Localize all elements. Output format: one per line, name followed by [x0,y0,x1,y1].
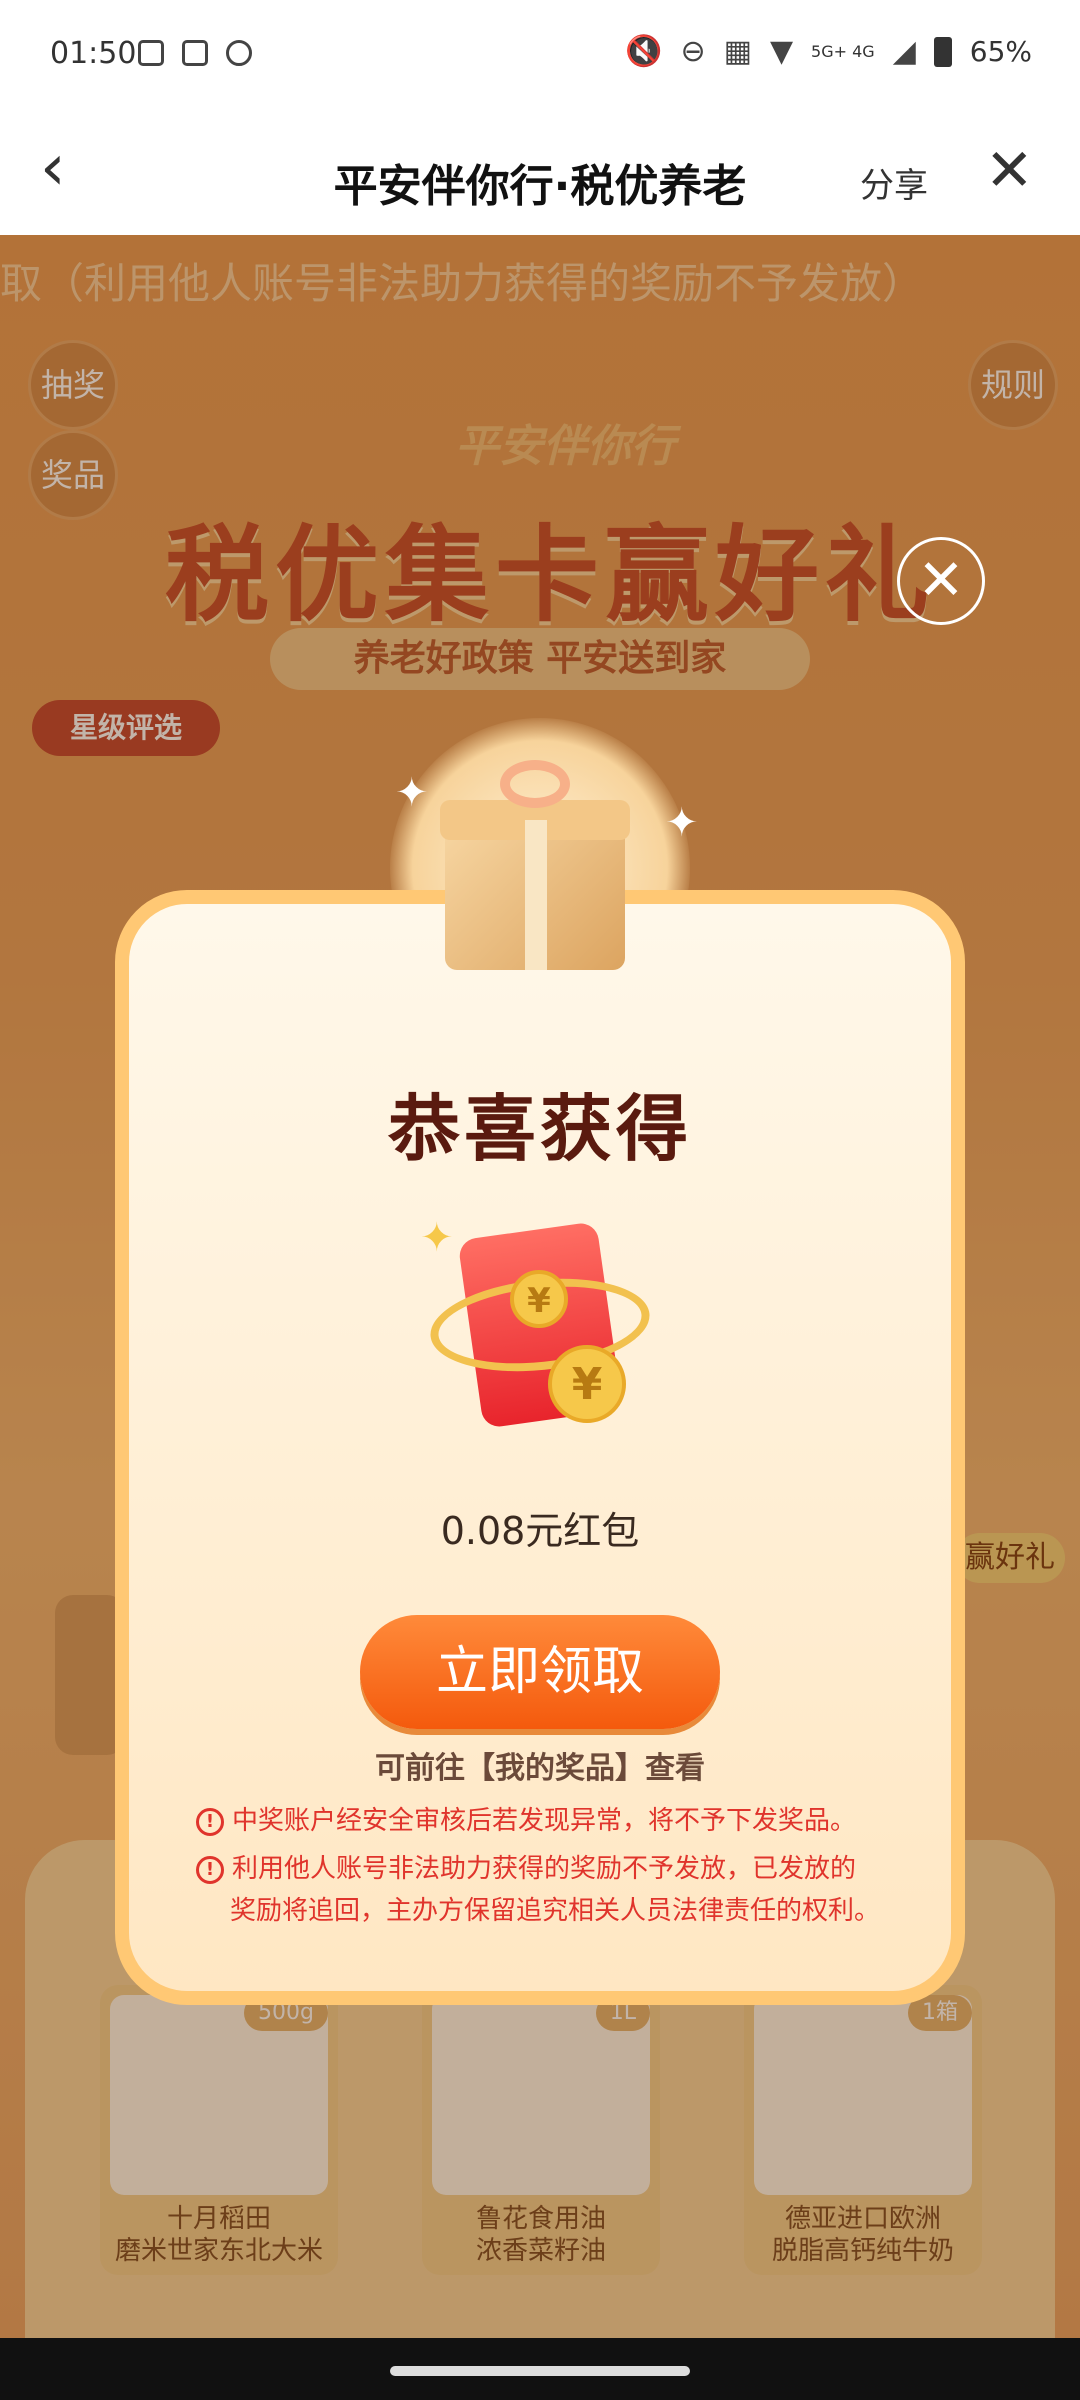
warning-icon: ! [196,1807,224,1836]
star-icon: ✦ [420,1215,454,1261]
app-icon [226,40,252,66]
claim-button[interactable]: 立即领取 [360,1615,720,1729]
battery-icon [933,36,952,67]
navigation-bar [0,2338,1080,2400]
network-label: 5G+ 4G [811,42,875,61]
dialog-title: 恭喜获得 [387,1087,692,1171]
coin-icon: ¥ [510,1270,568,1328]
warning-icon: ! [196,1855,224,1884]
warning-text: 奖励将追回，主办方保留追究相关人员法律责任的权利。 [230,1896,881,1926]
title-bar: ‹ 平安伴你行·税优养老 分享 ✕ [0,110,1080,235]
warning-text: 中奖账户经安全审核后若发现异常，将不予下发奖品。 [232,1806,857,1836]
mute-icon: 🔇 [625,34,663,69]
sparkle-icon: ✦ [395,770,429,816]
sparkle-icon: ✦ [665,800,699,846]
home-indicator[interactable] [390,2366,690,2376]
warning-text: 利用他人账号非法助力获得的奖励不予发放，已发放的 [232,1854,857,1884]
warning-line: ! 利用他人账号非法助力获得的奖励不予发放，已发放的 [196,1850,856,1888]
dnd-icon: ⊖ [680,34,706,69]
share-button[interactable]: 分享 [860,158,928,207]
status-bar: 01:50 🔇 ⊖ ▦ ▼ 5G+ 4G ◢ 65% [0,0,1080,110]
status-time: 01:50 [50,36,137,71]
battery-percent: 65% [969,35,1032,68]
signal-icon: ◢ [892,34,916,69]
red-packet-icon: ¥ ¥ ✦ [420,1215,655,1430]
coin-icon: ¥ [548,1345,626,1423]
view-prizes-hint: 可前往【我的奖品】查看 [375,1751,705,1786]
dialog-close-icon[interactable]: ✕ [897,537,985,625]
mail-icon [182,40,208,66]
gift-icon [440,760,630,970]
warning-line: ! 中奖账户经安全审核后若发现异常，将不予下发奖品。 [196,1802,856,1840]
wifi-icon: ▼ [769,34,794,69]
nfc-icon: ▦ [723,34,752,69]
notification-icon [138,40,164,66]
prize-text: 0.08元红包 [440,1509,640,1553]
close-icon[interactable]: ✕ [985,140,1034,200]
